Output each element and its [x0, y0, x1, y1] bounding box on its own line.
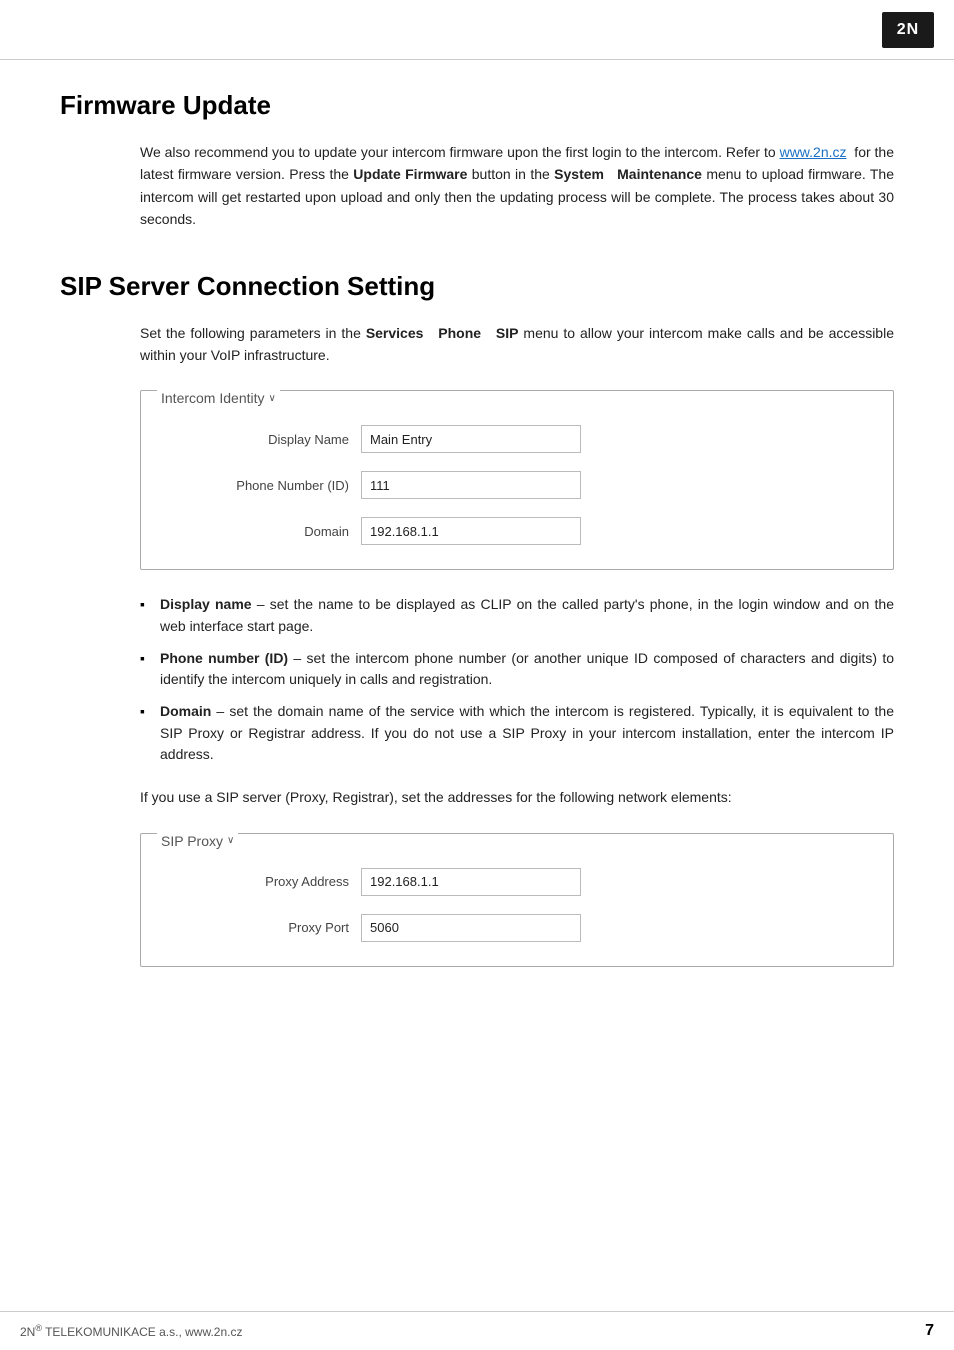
bold-system: System [554, 166, 604, 182]
domain-input[interactable] [361, 517, 581, 545]
proxy-address-row: Proxy Address [161, 868, 873, 896]
proxy-address-input[interactable] [361, 868, 581, 896]
bold-update-firmware: Update Firmware [353, 166, 467, 182]
proxy-address-label: Proxy Address [161, 874, 361, 889]
page-number: 7 [925, 1322, 934, 1340]
intercom-identity-label: Intercom Identity [161, 390, 265, 406]
display-name-input[interactable] [361, 425, 581, 453]
sip-proxy-title: SIP Proxy ∨ [157, 833, 238, 849]
proxy-port-input[interactable] [361, 914, 581, 942]
bullet-domain: Domain – set the domain name of the serv… [140, 701, 894, 766]
bold-services: Services [366, 325, 424, 341]
bold-sip: SIP [496, 325, 519, 341]
sip-proxy-label: SIP Proxy [161, 833, 223, 849]
page-header: 2N [0, 0, 954, 60]
bullet-domain-bold: Domain [160, 703, 211, 719]
bullet-phone-number: Phone number (ID) – set the intercom pho… [140, 648, 894, 691]
display-name-label: Display Name [161, 432, 361, 447]
sip-proxy-chevron: ∨ [227, 835, 234, 846]
firmware-link[interactable]: www.2n.cz [780, 144, 847, 160]
sip-section-title: SIP Server Connection Setting [60, 271, 894, 302]
intercom-identity-box: Intercom Identity ∨ Display Name Phone N… [140, 390, 894, 570]
feature-bullet-list: Display name – set the name to be displa… [140, 594, 894, 766]
display-name-row: Display Name [161, 425, 873, 453]
logo: 2N [882, 12, 934, 48]
phone-number-row: Phone Number (ID) [161, 471, 873, 499]
sip-proxy-box: SIP Proxy ∨ Proxy Address Proxy Port [140, 833, 894, 967]
proxy-port-row: Proxy Port [161, 914, 873, 942]
firmware-paragraph: We also recommend you to update your int… [140, 141, 894, 231]
firmware-section: Firmware Update We also recommend you to… [60, 90, 894, 231]
intercom-identity-title: Intercom Identity ∨ [157, 390, 280, 406]
phone-number-label: Phone Number (ID) [161, 478, 361, 493]
page-footer: 2N® TELEKOMUNIKACE a.s., www.2n.cz 7 [0, 1311, 954, 1350]
firmware-title: Firmware Update [60, 90, 894, 121]
proxy-port-label: Proxy Port [161, 920, 361, 935]
bold-phone: Phone [438, 325, 481, 341]
phone-number-input[interactable] [361, 471, 581, 499]
sip-intro-text: Set the following parameters in the Serv… [140, 322, 894, 367]
page-content: Firmware Update We also recommend you to… [0, 60, 954, 1067]
bold-maintenance: Maintenance [617, 166, 702, 182]
intercom-identity-chevron: ∨ [269, 393, 276, 404]
footer-company: 2N® TELEKOMUNIKACE a.s., www.2n.cz [20, 1323, 243, 1339]
bullet-phone-number-bold: Phone number (ID) [160, 650, 288, 666]
bullet-display-name: Display name – set the name to be displa… [140, 594, 894, 637]
network-elements-text: If you use a SIP server (Proxy, Registra… [140, 786, 894, 808]
sip-section: SIP Server Connection Setting Set the fo… [60, 271, 894, 967]
bullet-display-name-bold: Display name [160, 596, 252, 612]
domain-row: Domain [161, 517, 873, 545]
domain-label: Domain [161, 524, 361, 539]
logo-text: 2N [897, 21, 919, 39]
